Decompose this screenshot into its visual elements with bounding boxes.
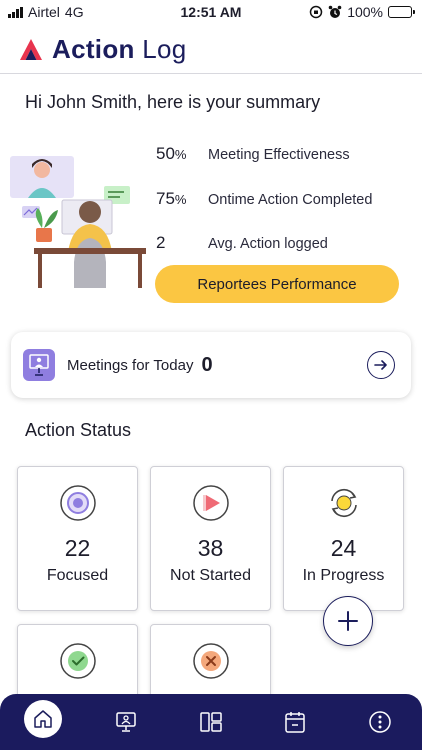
status-card-not-started[interactable]: 38 Not Started — [150, 466, 271, 611]
meetings-count: 0 — [201, 353, 213, 376]
stat-avg-actions: 2 Avg. Action logged — [156, 233, 328, 252]
app-title: Action Log — [52, 34, 187, 64]
nav-home[interactable] — [24, 700, 62, 738]
nav-more[interactable] — [362, 704, 398, 740]
status-card-focused[interactable]: 22 Focused — [17, 466, 138, 611]
meetings-label: Meetings for Today — [67, 356, 194, 374]
stat-meeting-effectiveness: 50% Meeting Effectiveness — [156, 144, 350, 163]
action-status-title: Action Status — [25, 420, 132, 440]
add-action-button[interactable] — [323, 596, 373, 646]
calendar-icon — [285, 712, 305, 733]
summary-greeting: Hi John Smith, here is your summary — [25, 92, 321, 112]
bottom-nav — [0, 694, 422, 750]
refresh-icon — [331, 488, 357, 518]
dashboard-icon — [200, 712, 222, 732]
presentation-icon — [23, 349, 55, 381]
alarm-icon — [328, 5, 342, 18]
arrow-right-icon[interactable] — [367, 351, 395, 379]
more-icon — [369, 711, 391, 733]
cancel-icon — [193, 643, 229, 679]
home-icon — [34, 710, 52, 728]
focus-icon — [60, 485, 96, 521]
play-icon — [193, 485, 229, 521]
nav-calendar[interactable] — [277, 704, 313, 740]
workspace-illustration — [10, 156, 146, 288]
battery-icon — [388, 6, 415, 18]
orientation-lock-icon — [309, 5, 323, 19]
status-count: 24 — [330, 535, 357, 561]
status-count: 38 — [197, 535, 224, 561]
status-label: Not Started — [170, 567, 251, 584]
app-logo-icon — [20, 38, 42, 60]
status-icons: 100% — [309, 4, 415, 20]
status-bar: Airtel 4G 12:51 AM 100% — [0, 0, 422, 26]
meetings-today-card[interactable]: Meetings for Today 0 — [11, 332, 411, 398]
app-header: Action Log — [0, 26, 422, 74]
status-count: 22 — [64, 535, 91, 561]
stat-ontime-completed: 75% Ontime Action Completed — [156, 189, 373, 208]
plus-icon — [338, 611, 358, 631]
status-card-in-progress[interactable]: 24 In Progress — [283, 466, 404, 611]
meetings-icon — [116, 712, 136, 732]
reportees-performance-button[interactable]: Reportees Performance — [155, 265, 399, 303]
status-label: Focused — [46, 567, 109, 584]
nav-dashboard[interactable] — [193, 704, 229, 740]
nav-meetings[interactable] — [108, 704, 144, 740]
check-icon — [60, 643, 96, 679]
battery-percent: 100% — [347, 4, 383, 20]
status-label: In Progress — [302, 567, 385, 584]
